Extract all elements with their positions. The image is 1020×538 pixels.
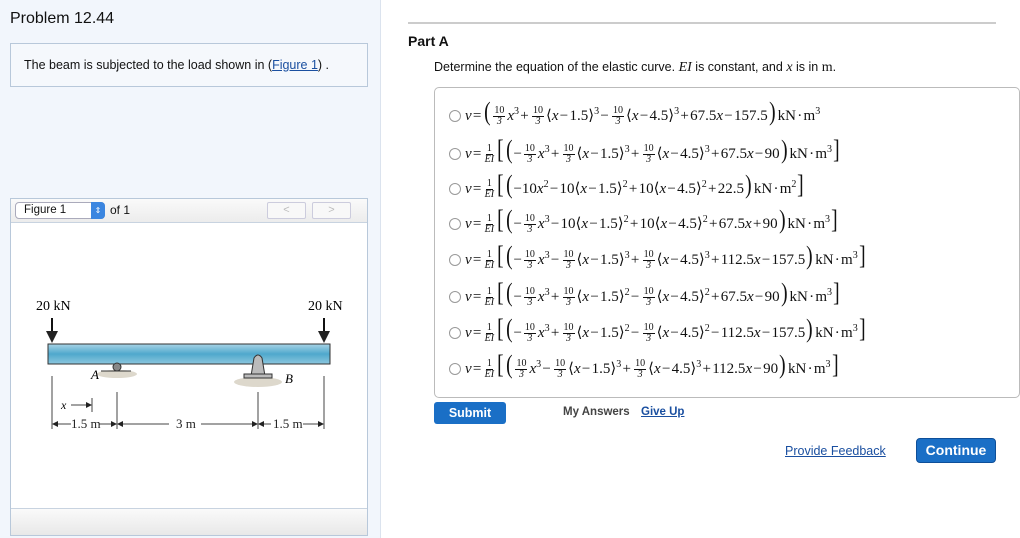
divider [408, 22, 996, 24]
x-label: x [60, 398, 67, 412]
figure-footer [11, 508, 367, 535]
equation: v = 1 EI [(− 10 3 x3 + 10 3 ⟨x − 1.5⟩2 − 10 3 ⟨x … [465, 314, 866, 345]
radio-button[interactable] [449, 290, 461, 303]
submit-button[interactable]: Submit [434, 402, 506, 424]
answer-option[interactable]: v = 1 EI [(− 10 3 x3 + 10 3 ⟨x − 1.5⟩2 − 10 3 ⟨x … [449, 278, 841, 309]
q-ei: EI [678, 60, 692, 75]
continue-button[interactable]: Continue [916, 438, 996, 463]
radio-button[interactable] [449, 182, 461, 195]
q-text: . [832, 60, 837, 74]
figure-toolbar: Figure 1 ⇕ of 1 < > [11, 199, 367, 223]
equation: v = 1 EI [(− 10 3 x3 + 10 3 ⟨x − 1.5⟩3 + 10 3 ⟨x … [465, 135, 840, 166]
radio-button[interactable] [449, 109, 461, 122]
intro-text: The beam is subjected to the load shown … [24, 58, 273, 72]
beam [47, 343, 331, 365]
answer-option[interactable]: v = 1 EI [(−10x2 − 10⟨x − 1.5⟩2 + 10⟨x − 4… [449, 170, 805, 201]
equation: v = 1 EI [(− 10 3 x3 + 10 3 ⟨x − 1.5⟩2 − 10 3 ⟨x … [465, 278, 840, 309]
answer-option[interactable]: v = (10 3 x3 + 10 3 ⟨x − 1.5⟩3 − 10 3 ⟨x − 4.5… [449, 97, 821, 128]
figure-count: of 1 [110, 203, 131, 217]
answer-option[interactable]: v = 1 EI [(− 10 3 x3 + 10 3 ⟨x − 1.5⟩2 − 10 3 ⟨x … [449, 314, 866, 345]
q-text: is in [792, 60, 822, 74]
equation: v = 1 EI [(− 10 3 x3 − 10⟨x − 1.5⟩2 + 10⟨x − … [465, 205, 838, 236]
select-arrows-icon: ⇕ [91, 202, 105, 219]
q-text: Determine the equation of the elastic cu… [434, 60, 679, 74]
load-right-label: 20 kN [308, 299, 343, 314]
figure-select-value: Figure 1 [24, 204, 67, 216]
problem-panel: Problem 12.44 The beam is subjected to t… [0, 0, 381, 538]
equation: v = 1 EI [(− 10 3 x3 − 10 3 ⟨x − 1.5⟩3 + 10 3 ⟨x … [465, 241, 866, 272]
equation: v = 1 EI [(−10x2 − 10⟨x − 1.5⟩2 + 10⟨x − 4… [465, 170, 804, 201]
give-up-link[interactable]: Give Up [641, 406, 684, 418]
radio-button[interactable] [449, 217, 461, 230]
q-text: is constant, and [691, 60, 787, 74]
radio-button[interactable] [449, 253, 461, 266]
problem-intro: The beam is subjected to the load shown … [10, 43, 368, 87]
next-figure-button[interactable]: > [312, 202, 351, 219]
support-b-label: B [285, 371, 293, 386]
part-label: Part A [408, 33, 449, 49]
question-text: Determine the equation of the elastic cu… [434, 60, 836, 76]
q-m: m [821, 60, 833, 75]
problem-title: Problem 12.44 [10, 10, 115, 27]
intro-text-end: ) . [317, 58, 330, 72]
my-answers-label: My Answers [563, 406, 630, 418]
prev-figure-button[interactable]: < [267, 202, 306, 219]
load-left-label: 20 kN [36, 299, 71, 314]
answer-option[interactable]: v = 1 EI [(− 10 3 x3 − 10⟨x − 1.5⟩2 + 10⟨x − … [449, 205, 839, 236]
support-a-label: A [90, 367, 99, 382]
figure-link[interactable]: Figure 1 [272, 58, 318, 72]
equation: v = (10 3 x3 + 10 3 ⟨x − 1.5⟩3 − 10 3 ⟨x − 4.5… [465, 97, 821, 128]
radio-button[interactable] [449, 326, 461, 339]
answer-option[interactable]: v = 1 EI[(10 3 x3 − 10 3 ⟨x − 1.5⟩3 + 10 3 ⟨x −… [449, 350, 839, 381]
beam-diagram: 20 kN 20 kN A B x 1.5 m 3 m 1.5 m [36, 299, 343, 431]
dim-label-3: 1.5 m [273, 416, 303, 431]
provide-feedback-link[interactable]: Provide Feedback [785, 444, 886, 458]
figure-panel: Figure 1 ⇕ of 1 < > 20 kN 20 kN A B x 1.5… [10, 198, 368, 536]
dim-label-2: 3 m [176, 416, 196, 431]
answer-option[interactable]: v = 1 EI [(− 10 3 x3 − 10 3 ⟨x − 1.5⟩3 + 10 3 ⟨x … [449, 241, 866, 272]
equation: v = 1 EI[(10 3 x3 − 10 3 ⟨x − 1.5⟩3 + 10 3 ⟨x −… [465, 350, 839, 381]
radio-button[interactable] [449, 147, 461, 160]
radio-button[interactable] [449, 362, 461, 375]
roller-support-a [112, 362, 122, 372]
dim-label-1: 1.5 m [71, 416, 101, 431]
answer-option[interactable]: v = 1 EI [(− 10 3 x3 + 10 3 ⟨x − 1.5⟩3 + 10 3 ⟨x … [449, 135, 841, 166]
answer-options: v = (10 3 x3 + 10 3 ⟨x − 1.5⟩3 − 10 3 ⟨x − 4.5… [434, 87, 1020, 398]
figure-select[interactable]: Figure 1 ⇕ [15, 202, 105, 219]
